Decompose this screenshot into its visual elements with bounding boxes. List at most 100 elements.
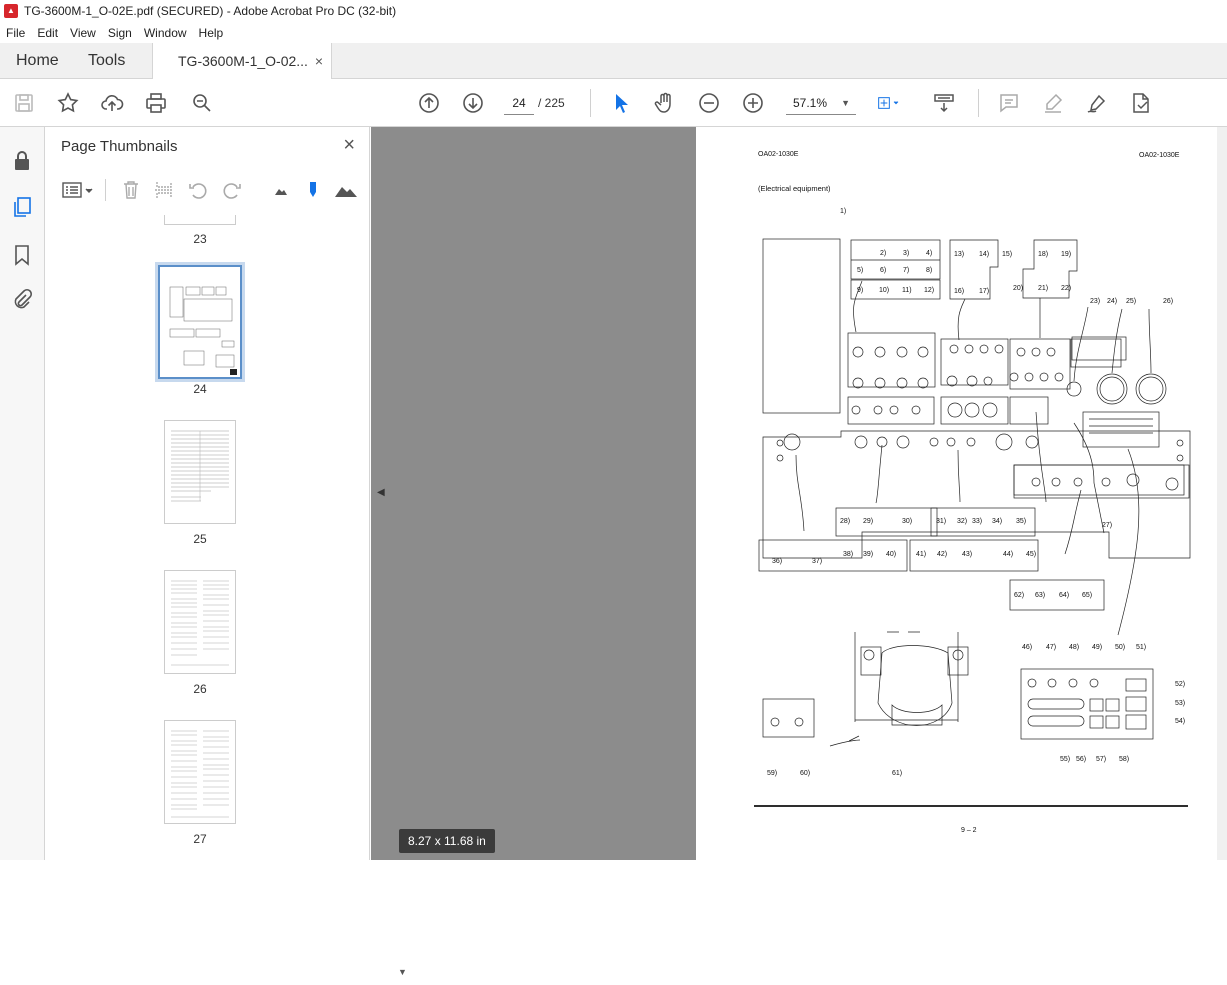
small-thumbnails-icon[interactable] <box>270 179 292 201</box>
bookmark-icon[interactable] <box>10 243 34 267</box>
svg-text:40): 40) <box>886 551 896 558</box>
svg-text:41): 41) <box>916 551 926 558</box>
zoom-in-icon[interactable] <box>741 91 765 115</box>
select-arrow-icon[interactable] <box>609 91 633 115</box>
svg-text:10): 10) <box>879 287 889 294</box>
thumbnail-preview <box>171 730 229 818</box>
svg-text:30): 30) <box>902 518 912 525</box>
previous-page-icon[interactable] <box>417 91 441 115</box>
svg-text:48): 48) <box>1069 644 1079 651</box>
svg-text:56): 56) <box>1076 756 1086 763</box>
menu-view[interactable]: View <box>64 26 102 40</box>
menu-window[interactable]: Window <box>138 26 193 40</box>
svg-text:51): 51) <box>1136 644 1146 651</box>
hand-tool-icon[interactable] <box>653 91 677 115</box>
svg-text:58): 58) <box>1119 756 1129 763</box>
svg-text:15): 15) <box>1002 251 1012 258</box>
svg-text:52): 52) <box>1175 681 1185 688</box>
options-menu-icon[interactable] <box>61 179 95 201</box>
svg-text:31): 31) <box>936 518 946 525</box>
svg-text:53): 53) <box>1175 700 1185 707</box>
svg-text:12): 12) <box>924 287 934 294</box>
fit-page-icon[interactable] <box>876 91 912 115</box>
page-thumbnails-icon[interactable] <box>10 195 34 219</box>
page-header-left: OA02-1030E <box>758 151 799 158</box>
tab-document[interactable]: TG-3600M-1_O-02... × <box>152 43 332 80</box>
print-icon[interactable] <box>144 91 168 115</box>
document-page: OA02-1030E OA02-1030E (Electrical equipm… <box>696 127 1217 860</box>
svg-text:25): 25) <box>1126 298 1136 305</box>
close-tab-icon[interactable]: × <box>315 43 323 79</box>
left-rail <box>0 127 45 860</box>
document-viewer[interactable]: ◀ OA02-1030E OA02-1030E (Electrical equi… <box>371 127 1227 860</box>
svg-text:45): 45) <box>1026 551 1036 558</box>
upload-cloud-icon[interactable] <box>100 91 124 115</box>
thumbnail-page-26[interactable] <box>164 570 236 674</box>
svg-text:5): 5) <box>857 267 863 274</box>
redact-icon[interactable] <box>1129 91 1153 115</box>
svg-text:29): 29) <box>863 518 873 525</box>
svg-text:2): 2) <box>880 250 886 257</box>
lock-icon[interactable] <box>10 149 34 173</box>
zoom-search-icon[interactable] <box>190 91 214 115</box>
thumbnail-preview <box>171 430 229 502</box>
svg-text:46): 46) <box>1022 644 1032 651</box>
tab-tools[interactable]: Tools <box>88 43 125 79</box>
page-total-label: / 225 <box>538 96 565 110</box>
toolbar-divider <box>978 89 979 117</box>
close-icon[interactable]: × <box>343 134 355 157</box>
thumbnail-page-25[interactable] <box>164 420 236 524</box>
svg-text:38): 38) <box>843 551 853 558</box>
collapse-panel-icon[interactable]: ◀ <box>377 487 385 498</box>
svg-text:57): 57) <box>1096 756 1106 763</box>
star-icon[interactable] <box>56 91 80 115</box>
svg-text:21): 21) <box>1038 285 1048 292</box>
svg-text:42): 42) <box>937 551 947 558</box>
highlight-pen-icon[interactable] <box>1041 91 1065 115</box>
svg-text:60): 60) <box>800 770 810 777</box>
svg-text:64): 64) <box>1059 592 1069 599</box>
svg-text:61): 61) <box>892 770 902 777</box>
scroll-down-icon[interactable]: ▼ <box>398 967 407 977</box>
svg-text:24): 24) <box>1107 298 1117 305</box>
svg-text:22): 22) <box>1061 285 1071 292</box>
extract-page-icon[interactable] <box>153 179 175 201</box>
save-icon[interactable] <box>12 91 36 115</box>
thumbnail-page-27[interactable] <box>164 720 236 824</box>
menu-help[interactable]: Help <box>193 26 230 40</box>
zoom-level-select[interactable]: 57.1% ▼ <box>786 91 856 115</box>
page-number-input[interactable]: 24 <box>504 91 534 115</box>
sign-icon[interactable] <box>1085 91 1109 115</box>
insert-marker-icon[interactable] <box>302 179 324 201</box>
window-title: TG-3600M-1_O-02E.pdf (SECURED) - Adobe A… <box>24 4 397 18</box>
thumbnail-page-24[interactable] <box>158 265 242 379</box>
thumbnail-page-23[interactable] <box>164 215 236 225</box>
viewer-scrollbar[interactable] <box>1217 127 1227 860</box>
svg-text:27): 27) <box>1102 522 1112 529</box>
rotate-ccw-icon[interactable] <box>187 179 209 201</box>
callout-labels: 1) 2) 3) 4) 5) 6) 7) 8) 9) 10) 11) 12) 13) 14) 15)… <box>767 208 1185 777</box>
zoom-out-icon[interactable] <box>697 91 721 115</box>
svg-text:35): 35) <box>1016 518 1026 525</box>
rotate-cw-icon[interactable] <box>221 179 243 201</box>
svg-text:32): 32) <box>957 518 967 525</box>
attachment-icon[interactable] <box>10 288 34 312</box>
svg-text:6): 6) <box>880 267 886 274</box>
next-page-icon[interactable] <box>461 91 485 115</box>
menu-sign[interactable]: Sign <box>102 26 138 40</box>
svg-text:16): 16) <box>954 288 964 295</box>
svg-text:26): 26) <box>1163 298 1173 305</box>
comment-icon[interactable] <box>997 91 1021 115</box>
svg-text:37): 37) <box>812 558 822 565</box>
page-thumbnails-panel: Page Thumbnails × 23 24 25 26 27 ▼ <box>45 127 409 977</box>
tab-home[interactable]: Home <box>16 43 59 79</box>
menu-edit[interactable]: Edit <box>31 26 64 40</box>
large-thumbnails-icon[interactable] <box>333 179 359 201</box>
chevron-down-icon: ▼ <box>841 98 850 108</box>
scrolling-mode-icon[interactable] <box>932 91 956 115</box>
thumbnail-label: 24 <box>193 382 207 396</box>
delete-page-icon[interactable] <box>120 179 142 201</box>
window-title-bar: ▲ TG-3600M-1_O-02E.pdf (SECURED) - Adobe… <box>0 0 1227 22</box>
page-footer-number: 9 – 2 <box>961 827 977 834</box>
menu-file[interactable]: File <box>0 26 31 40</box>
